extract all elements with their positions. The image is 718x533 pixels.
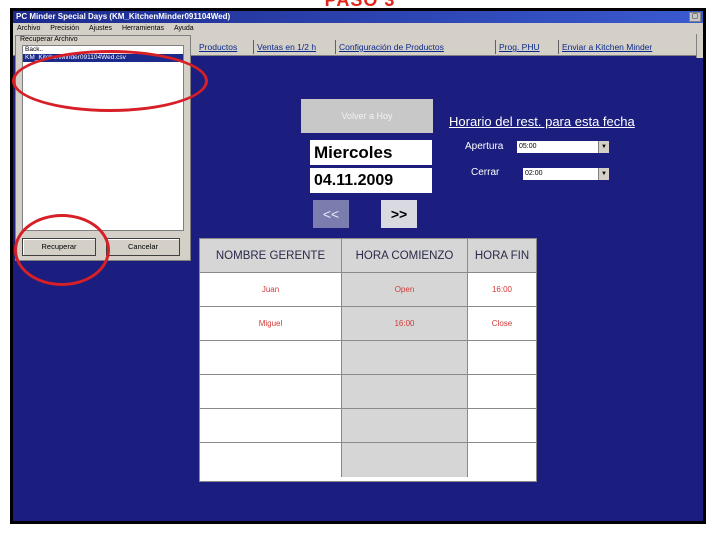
close-time-value: 02:00 [525, 170, 543, 177]
table-cell-start[interactable] [342, 409, 468, 443]
menu-archivo[interactable]: Archivo [17, 25, 40, 32]
table-cell-end[interactable] [468, 375, 536, 409]
table-cell-start[interactable] [342, 375, 468, 409]
tab-separator [495, 40, 496, 54]
table-cell-start[interactable]: 16:00 [342, 307, 468, 341]
tab-configuracion[interactable]: Configuración de Productos [339, 40, 444, 54]
table-cell-manager[interactable] [200, 341, 342, 375]
highlight-ring-recover-button [14, 214, 110, 286]
column-header-manager: NOMBRE GERENTE [200, 239, 342, 273]
table-cell-start[interactable]: Open [342, 273, 468, 307]
close-time-select[interactable]: 02:00 ▼ [523, 168, 609, 180]
recover-group-label: Recuperar Archivo [20, 36, 78, 43]
day-name: Miercoles [310, 140, 432, 165]
cancel-button[interactable]: Cancelar [106, 238, 180, 256]
tab-enviar-kitchen[interactable]: Enviar a Kitchen Minder [562, 40, 652, 54]
column-header-start: HORA COMIENZO [342, 239, 468, 273]
open-label: Apertura [465, 141, 504, 152]
open-time-select[interactable]: 05:00 ▼ [517, 141, 609, 153]
menu-precision[interactable]: Precisión [50, 25, 79, 32]
open-time-value: 05:00 [519, 143, 537, 150]
date-display: 04.11.2009 [310, 168, 432, 193]
tab-productos[interactable]: Productos [199, 40, 237, 54]
table-cell-manager[interactable]: Miguel [200, 307, 342, 341]
menu-herramientas[interactable]: Herramientas [122, 25, 164, 32]
menu-ayuda[interactable]: Ayuda [174, 25, 194, 32]
table-cell-end[interactable] [468, 409, 536, 443]
menu-ajustes[interactable]: Ajustes [89, 25, 112, 32]
restaurant-hours-heading: Horario del rest. para esta fecha [449, 114, 635, 129]
chevron-down-icon[interactable]: ▼ [598, 141, 609, 153]
chevron-down-icon[interactable]: ▼ [598, 168, 609, 180]
table-cell-manager[interactable] [200, 443, 342, 477]
tab-separator [558, 40, 559, 54]
tab-ventas[interactable]: Ventas en 1/2 h [257, 40, 316, 54]
table-cell-start[interactable] [342, 341, 468, 375]
table-cell-end[interactable]: Close [468, 307, 536, 341]
table-cell-end[interactable]: 16:00 [468, 273, 536, 307]
tab-scroll-button[interactable] [696, 34, 703, 58]
previous-day-button[interactable]: << [313, 200, 349, 228]
table-cell-manager[interactable] [200, 375, 342, 409]
back-to-today-button[interactable]: Volver a Hoy [301, 99, 433, 133]
title-bar: PC Minder Special Days (KM_KitchenMinder… [13, 11, 703, 23]
next-day-button[interactable]: >> [381, 200, 417, 228]
table-cell-end[interactable] [468, 443, 536, 477]
tab-prog-phu[interactable]: Prog. PHU [499, 40, 540, 54]
managers-table: NOMBRE GERENTE HORA COMIENZO HORA FIN Ju… [199, 238, 537, 482]
column-header-end: HORA FIN [468, 239, 536, 273]
tab-separator [335, 40, 336, 54]
window-control-icon[interactable]: ▢ [689, 12, 701, 22]
table-cell-manager[interactable]: Juan [200, 273, 342, 307]
table-cell-manager[interactable] [200, 409, 342, 443]
highlight-ring-file-list [12, 50, 208, 112]
menu-bar: Archivo Precisión Ajustes Herramientas A… [13, 23, 703, 34]
table-cell-end[interactable] [468, 341, 536, 375]
tab-separator [253, 40, 254, 54]
close-label: Cerrar [471, 167, 500, 178]
table-cell-start[interactable] [342, 443, 468, 477]
